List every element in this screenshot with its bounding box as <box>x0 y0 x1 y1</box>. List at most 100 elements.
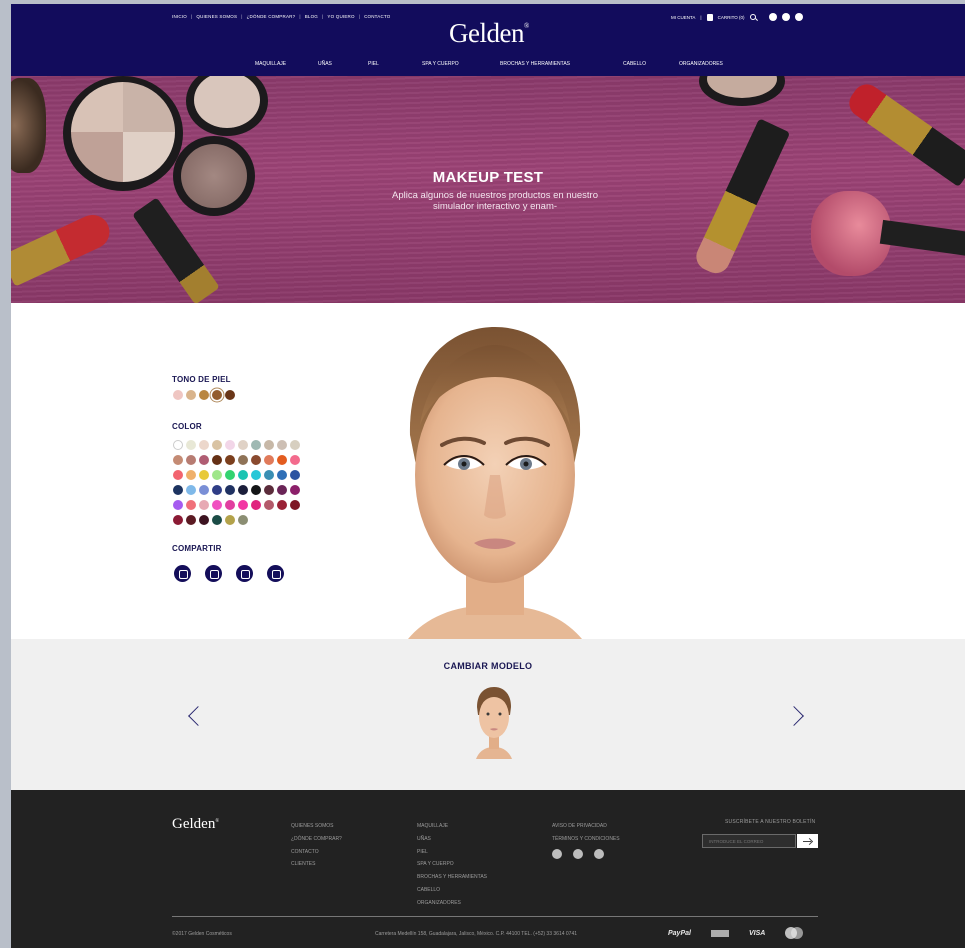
facebook-icon[interactable] <box>794 13 803 21</box>
twitter-icon[interactable] <box>573 849 583 859</box>
color-swatch[interactable] <box>238 470 248 480</box>
color-swatch[interactable] <box>264 470 274 480</box>
color-swatch[interactable] <box>264 455 274 465</box>
color-swatch[interactable] <box>212 500 222 510</box>
color-swatch[interactable] <box>238 500 248 510</box>
color-swatch[interactable] <box>173 440 183 450</box>
color-swatch[interactable] <box>264 500 274 510</box>
color-swatch[interactable] <box>277 485 287 495</box>
color-swatch[interactable] <box>225 500 235 510</box>
color-swatch[interactable] <box>251 455 261 465</box>
color-swatch[interactable] <box>264 440 274 450</box>
email-icon[interactable] <box>267 565 284 582</box>
color-swatch[interactable] <box>290 500 300 510</box>
color-swatch[interactable] <box>251 500 261 510</box>
footer-link[interactable]: AVISO DE PRIVACIDAD <box>552 820 620 833</box>
top-link-quienes-somos[interactable]: QUIENES SOMOS <box>196 14 237 19</box>
color-swatch[interactable] <box>173 455 183 465</box>
color-swatch[interactable] <box>199 440 209 450</box>
facebook-icon[interactable] <box>594 849 604 859</box>
color-swatch[interactable] <box>199 500 209 510</box>
color-swatch[interactable] <box>238 455 248 465</box>
top-link-contacto[interactable]: CONTACTO <box>364 14 390 19</box>
skin-tone-swatch[interactable] <box>186 390 196 400</box>
color-swatch[interactable] <box>199 515 209 525</box>
color-swatch[interactable] <box>277 500 287 510</box>
color-swatch[interactable] <box>225 515 235 525</box>
color-swatch[interactable] <box>212 515 222 525</box>
color-swatch[interactable] <box>199 470 209 480</box>
newsletter-submit-arrow-icon[interactable] <box>797 834 818 848</box>
site-logo[interactable]: Gelden® <box>449 18 529 49</box>
nav-item-organizadores[interactable]: ORGANIZADORES <box>679 61 723 67</box>
top-link-donde-comprar[interactable]: ¿DÓNDE COMPRAR? <box>247 14 296 19</box>
footer-link[interactable]: PIEL <box>417 846 487 859</box>
color-swatch[interactable] <box>225 470 235 480</box>
color-swatch[interactable] <box>173 470 183 480</box>
color-swatch[interactable] <box>290 440 300 450</box>
color-swatch[interactable] <box>212 470 222 480</box>
footer-link[interactable]: MAQUILLAJE <box>417 820 487 833</box>
footer-link[interactable]: SPA Y CUERPO <box>417 858 487 871</box>
color-swatch[interactable] <box>212 440 222 450</box>
footer-link[interactable]: BROCHAS Y HERRAMIENTAS <box>417 871 487 884</box>
color-swatch[interactable] <box>238 440 248 450</box>
color-swatch[interactable] <box>277 440 287 450</box>
footer-link[interactable]: QUIENES SOMOS <box>291 820 342 833</box>
skin-tone-swatch[interactable] <box>199 390 209 400</box>
footer-link[interactable]: CONTACTO <box>291 846 342 859</box>
color-swatch[interactable] <box>186 515 196 525</box>
nav-item-maquillaje[interactable]: MAQUILLAJE <box>255 61 318 67</box>
instagram-icon[interactable] <box>768 13 777 21</box>
footer-link[interactable]: UÑAS <box>417 833 487 846</box>
color-swatch[interactable] <box>186 485 196 495</box>
color-swatch[interactable] <box>251 485 261 495</box>
nav-item-cabello[interactable]: CABELLO <box>623 61 679 67</box>
footer-link[interactable]: CABELLO <box>417 884 487 897</box>
color-swatch[interactable] <box>277 455 287 465</box>
cart-link[interactable]: CARRITO (0) <box>718 15 745 20</box>
footer-link[interactable]: ORGANIZADORES <box>417 897 487 910</box>
top-link-blog[interactable]: BLOG <box>305 14 318 19</box>
color-swatch[interactable] <box>173 515 183 525</box>
footer-logo[interactable]: Gelden® <box>172 816 219 833</box>
color-swatch[interactable] <box>251 470 261 480</box>
shopping-bag-icon[interactable] <box>706 13 713 21</box>
nav-item-piel[interactable]: PIEL <box>368 61 422 67</box>
color-swatch[interactable] <box>290 485 300 495</box>
skin-tone-swatch[interactable] <box>173 390 183 400</box>
instagram-icon[interactable] <box>552 849 562 859</box>
nav-item-spa-y-cuerpo[interactable]: SPA Y CUERPO <box>422 61 500 67</box>
color-swatch[interactable] <box>212 485 222 495</box>
next-model-arrow-icon[interactable] <box>784 706 804 726</box>
search-icon[interactable] <box>749 14 756 20</box>
newsletter-email-input[interactable] <box>702 834 796 848</box>
color-swatch[interactable] <box>186 470 196 480</box>
footer-link[interactable]: CLIENTES <box>291 858 342 871</box>
color-swatch[interactable] <box>238 515 248 525</box>
footer-link[interactable]: TÉRMINOS Y CONDICIONES <box>552 833 620 846</box>
color-swatch[interactable] <box>251 440 261 450</box>
account-link[interactable]: MI CUENTA <box>671 15 695 20</box>
color-swatch[interactable] <box>212 455 222 465</box>
color-swatch[interactable] <box>225 485 235 495</box>
color-swatch[interactable] <box>277 470 287 480</box>
top-link-yo-quiero[interactable]: YO QUIERO <box>327 14 354 19</box>
previous-model-arrow-icon[interactable] <box>188 706 208 726</box>
color-swatch[interactable] <box>290 470 300 480</box>
color-swatch[interactable] <box>186 455 196 465</box>
color-swatch[interactable] <box>186 500 196 510</box>
twitter-icon[interactable] <box>205 565 222 582</box>
model-thumbnail[interactable] <box>470 685 518 759</box>
top-link-inicio[interactable]: INICIO <box>172 14 187 19</box>
footer-link[interactable]: ¿DÓNDE COMPRAR? <box>291 833 342 846</box>
skin-tone-swatch[interactable] <box>225 390 235 400</box>
color-swatch[interactable] <box>173 500 183 510</box>
color-swatch[interactable] <box>264 485 274 495</box>
color-swatch[interactable] <box>290 455 300 465</box>
nav-item-brochas[interactable]: BROCHAS Y HERRAMIENTAS <box>500 61 623 67</box>
color-swatch[interactable] <box>186 440 196 450</box>
nav-item-unas[interactable]: UÑAS <box>318 61 368 67</box>
color-swatch[interactable] <box>225 455 235 465</box>
color-swatch[interactable] <box>173 485 183 495</box>
